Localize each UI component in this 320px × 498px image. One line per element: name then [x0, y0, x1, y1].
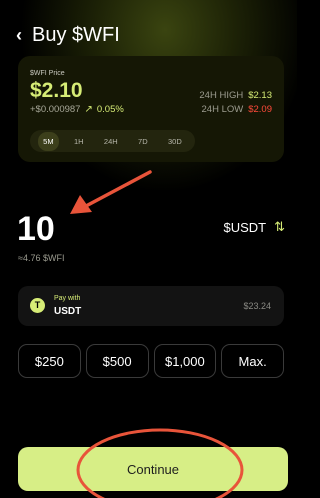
preset-250-button[interactable]: $250 [18, 344, 81, 378]
range-tab-30d[interactable]: 30D [163, 132, 187, 151]
high-24h: 24H HIGH $2.13 [199, 90, 272, 101]
price-change: +$0.000987 ↗ 0.05% [30, 104, 124, 115]
low-value: $2.09 [248, 104, 272, 115]
low-24h: 24H LOW $2.09 [202, 104, 273, 115]
low-label: 24H LOW [201, 104, 244, 115]
change-percent: 0.05% [96, 104, 124, 115]
preset-max-button[interactable]: Max. [221, 344, 284, 378]
currency-label: $USDT [223, 219, 267, 235]
token-equivalent: ≈4.76 $WFI [18, 253, 65, 263]
back-chevron-icon[interactable]: ‹ [16, 22, 22, 48]
trending-up-icon: ↗ [84, 104, 93, 115]
change-absolute: +$0.000987 [30, 104, 81, 115]
high-label: 24H HIGH [199, 90, 244, 101]
pay-token-name: USDT [54, 306, 82, 317]
pay-with-selector[interactable]: T Pay with USDT $23.24 [18, 286, 284, 326]
usdt-token-icon: T [30, 298, 45, 313]
preset-500-button[interactable]: $500 [85, 344, 149, 378]
amount-input[interactable]: 10 [17, 210, 55, 249]
range-tab-5m[interactable]: 5M [38, 131, 59, 151]
amount-presets: $250 $500 $1,000 Max. [18, 344, 284, 378]
high-value: $2.13 [248, 90, 272, 101]
time-range-selector: 5M 1H 24H 7D 30D [30, 130, 195, 152]
currency-toggle[interactable]: $USDT ⇅ [223, 219, 285, 235]
range-tab-24h[interactable]: 24H [99, 132, 123, 151]
header: ‹ Buy $WFI [16, 22, 120, 48]
preset-1000-button[interactable]: $1,000 [153, 344, 217, 378]
range-tab-1h[interactable]: 1H [69, 132, 89, 151]
pay-with-label: Pay with [54, 295, 81, 302]
page-title: Buy $WFI [32, 24, 120, 46]
price-label: $WFI Price [30, 70, 65, 77]
current-price: $2.10 [30, 79, 83, 102]
pay-balance: $23.24 [243, 301, 271, 311]
range-tab-7d[interactable]: 7D [133, 132, 153, 151]
price-card: $WFI Price $2.10 +$0.000987 ↗ 0.05% 24H … [18, 56, 284, 162]
swap-vertical-icon[interactable]: ⇅ [274, 219, 285, 235]
continue-button[interactable]: Continue [18, 447, 288, 491]
